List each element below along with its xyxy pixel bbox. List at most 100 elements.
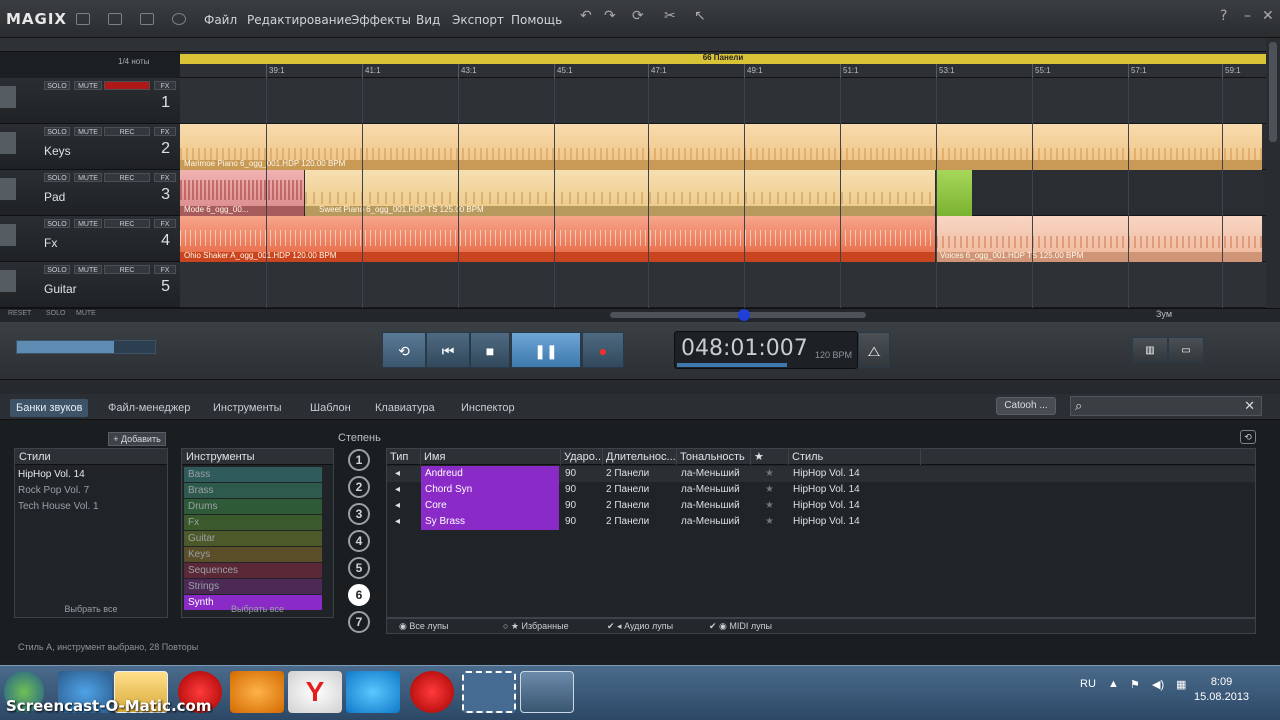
menu-edit[interactable]: Редактирование <box>247 13 352 27</box>
degree-button-7[interactable]: 7 <box>348 611 370 633</box>
clip-fx-a[interactable]: Ohio Shaker A_ogg_001.HDP 120.00 BPM <box>180 216 935 262</box>
lane-2[interactable]: Marimoe Piano 6_ogg_001.HDP 120.00 BPM <box>180 124 1266 170</box>
mixer-icon[interactable]: ▥ <box>1132 337 1168 363</box>
opera-icon-2[interactable] <box>410 671 454 713</box>
degree-button-4[interactable]: 4 <box>348 530 370 552</box>
open-folder-icon[interactable] <box>108 13 122 25</box>
favorite-star-icon[interactable]: ★ <box>765 466 779 482</box>
splitter[interactable] <box>0 380 1280 394</box>
style-item[interactable]: HipHop Vol. 14 <box>18 469 85 480</box>
filter-favorites-radio[interactable]: ○ ★ Избранные <box>503 621 569 632</box>
loop-row[interactable]: ◂ Chord Syn 90 2 Панели ла-Меньший ★ HipHop Vo… <box>387 482 1255 498</box>
menu-file[interactable]: Файл <box>204 13 237 27</box>
tab-inspector[interactable]: Инспектор <box>455 399 521 417</box>
stop-button[interactable]: ■ <box>470 332 510 368</box>
menu-help[interactable]: Помощь <box>511 13 562 27</box>
tray-expand-icon[interactable]: ▲ <box>1108 678 1119 690</box>
search-input[interactable]: ⌕ ✕ <box>1070 396 1262 416</box>
screencast-icon[interactable] <box>462 671 516 713</box>
clip-fx-b[interactable]: Voices 6_ogg_001.HDP TS 125.00 BPM <box>936 216 1262 262</box>
language-indicator[interactable]: RU <box>1080 678 1096 690</box>
track-name[interactable]: Guitar <box>44 282 77 296</box>
favorite-star-icon[interactable]: ★ <box>765 498 779 514</box>
flag-icon[interactable]: ⚑ <box>1130 678 1140 691</box>
arrange-area[interactable]: Marimoe Piano 6_ogg_001.HDP 120.00 BPM M… <box>180 78 1266 308</box>
instrument-item[interactable]: Keys <box>184 547 322 562</box>
network-icon[interactable]: ▦ <box>1176 678 1186 691</box>
loops-column-header[interactable]: ★ <box>751 449 789 465</box>
instrument-item[interactable]: Fx <box>184 515 322 530</box>
loop-row[interactable]: ◂ Andreud 90 2 Панели ла-Меньший ★ HipHop Vol.… <box>387 466 1255 482</box>
tab-template[interactable]: Шаблон <box>304 399 357 417</box>
pause-button[interactable]: ❚❚ <box>511 332 581 368</box>
instrument-item[interactable]: Guitar <box>184 531 322 546</box>
loop-row[interactable]: ◂ Sy Brass 90 2 Панели ла-Меньший ★ HipHop Vol… <box>387 514 1255 530</box>
instrument-item[interactable]: Bass <box>184 467 322 482</box>
pointer-icon[interactable]: ↖ <box>694 8 706 24</box>
yandex-icon[interactable]: Y <box>288 671 342 713</box>
vertical-scrollbar[interactable] <box>1266 38 1280 308</box>
track-name[interactable]: Keys <box>44 144 71 158</box>
loops-column-header[interactable]: Ударо... <box>561 449 603 465</box>
solo-button[interactable]: SOLO <box>44 265 70 274</box>
instrument-item[interactable]: Sequences <box>184 563 322 578</box>
style-item[interactable]: Rock Pop Vol. 7 <box>18 485 89 496</box>
play-icon[interactable]: ◂ <box>395 514 409 530</box>
menu-export[interactable]: Экспорт <box>452 13 504 27</box>
volume-slider[interactable] <box>16 340 156 354</box>
clip-keys[interactable]: Marimoe Piano 6_ogg_001.HDP 120.00 BPM <box>180 124 1262 170</box>
save-icon[interactable] <box>140 13 154 25</box>
lane-5[interactable] <box>180 262 1266 308</box>
track-header-1[interactable]: SOLO MUTE REC FX 1 <box>0 78 180 124</box>
instrument-item[interactable]: Brass <box>184 483 322 498</box>
track-header-3[interactable]: SOLO MUTE REC FX Pad 3 <box>0 170 180 216</box>
tray-clock[interactable]: 8:09 15.08.2013 <box>1194 675 1249 705</box>
mute-button[interactable]: MUTE <box>74 127 102 136</box>
fx-button[interactable]: FX <box>154 127 176 136</box>
redo-icon[interactable]: ↷ <box>604 8 616 24</box>
media-player-icon[interactable] <box>230 671 284 713</box>
keyboard-icon[interactable]: ▭ <box>1168 337 1204 363</box>
catooh-button[interactable]: Сatooh ... <box>996 397 1056 415</box>
tab-instruments[interactable]: Инструменты <box>207 399 288 417</box>
clear-search-icon[interactable]: ✕ <box>1244 398 1255 414</box>
fx-button[interactable]: FX <box>154 173 176 182</box>
instruments-select-all[interactable]: Выбрать все <box>182 604 333 614</box>
lane-4[interactable]: Ohio Shaker A_ogg_001.HDP 120.00 BPM Voi… <box>180 216 1266 262</box>
magix-task-icon[interactable] <box>520 671 574 713</box>
instrument-item[interactable]: Strings <box>184 579 322 594</box>
mute-button[interactable]: MUTE <box>74 173 102 182</box>
styles-select-all[interactable]: Выбрать все <box>15 604 167 614</box>
track-name[interactable]: Pad <box>44 190 65 204</box>
degree-button-2[interactable]: 2 <box>348 476 370 498</box>
solo-all-button[interactable]: SOLO <box>46 310 65 317</box>
clip-pad-a[interactable]: Mode 6_ogg_00... <box>180 170 304 216</box>
mute-button[interactable]: MUTE <box>74 219 102 228</box>
skype-icon[interactable] <box>346 671 400 713</box>
track-header-2[interactable]: SOLO MUTE REC FX Keys 2 <box>0 124 180 170</box>
rec-button[interactable]: REC <box>104 173 150 182</box>
menu-view[interactable]: Вид <box>416 13 440 27</box>
play-icon[interactable]: ◂ <box>395 466 409 482</box>
solo-button[interactable]: SOLO <box>44 127 70 136</box>
rec-button[interactable]: REC <box>104 81 150 90</box>
degree-button-3[interactable]: 3 <box>348 503 370 525</box>
timeline-ruler[interactable]: 66 Панели 39:1 41:1 43:1 45:1 47:1 49:1 51:1 53… <box>180 52 1266 78</box>
refresh-icon[interactable]: ⟳ <box>632 8 644 24</box>
solo-button[interactable]: SOLO <box>44 219 70 228</box>
tab-file-manager[interactable]: Файл-менеджер <box>102 399 196 417</box>
filter-audio-checkbox[interactable]: ✔ ◂ Аудио лупы <box>607 621 673 632</box>
rewind-button[interactable]: ⏮ <box>426 332 470 368</box>
favorite-star-icon[interactable]: ★ <box>765 514 779 530</box>
menu-effects[interactable]: Эффекты <box>351 13 411 27</box>
tab-soundpools[interactable]: Банки звуков <box>10 399 89 417</box>
loops-column-header[interactable]: Имя <box>421 449 561 465</box>
record-button[interactable]: ● <box>582 332 624 368</box>
loops-column-header[interactable]: Стиль <box>789 449 921 465</box>
undo-icon[interactable]: ↶ <box>580 8 592 24</box>
lane-3[interactable]: Mode 6_ogg_00... Sweet Piano 6_ogg_001.H… <box>180 170 1266 216</box>
fx-button[interactable]: FX <box>154 265 176 274</box>
degree-button-6[interactable]: 6 <box>348 584 370 606</box>
track-name[interactable]: Fx <box>44 236 57 250</box>
mute-all-button[interactable]: MUTE <box>76 310 96 317</box>
